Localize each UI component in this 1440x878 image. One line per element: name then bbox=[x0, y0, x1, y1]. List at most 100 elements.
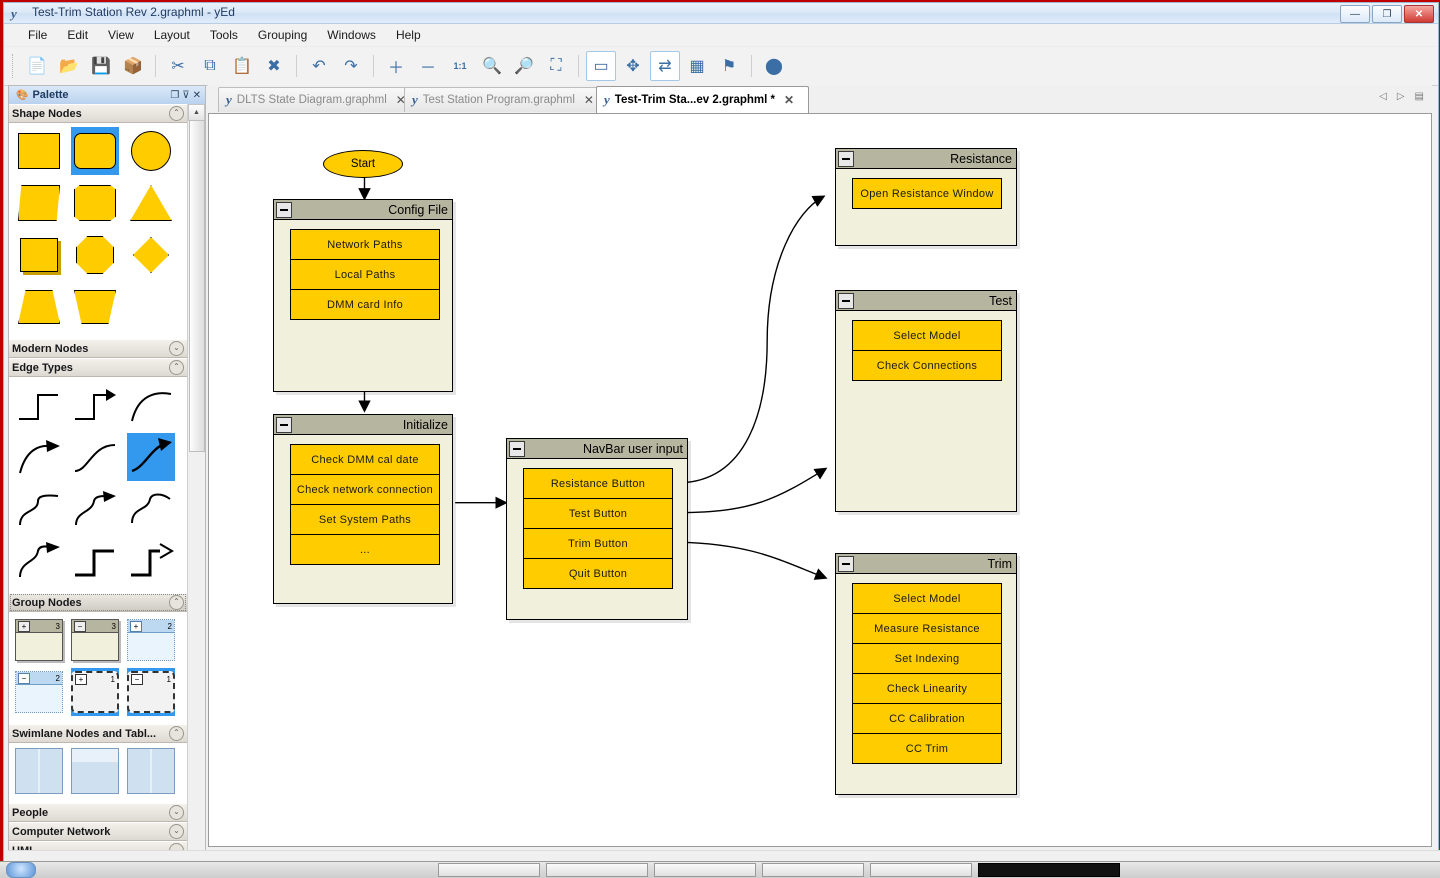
restore-button[interactable]: ❐ bbox=[1372, 5, 1402, 23]
fit-content-icon[interactable]: 🔎 bbox=[509, 51, 539, 81]
edge-polyline-arrow[interactable] bbox=[71, 381, 119, 429]
graph-button[interactable]: Trim Button bbox=[524, 529, 672, 559]
collapse-icon[interactable] bbox=[838, 293, 854, 309]
taskbar-item[interactable] bbox=[870, 863, 972, 877]
edge-bezier[interactable] bbox=[71, 433, 119, 481]
swimlane-vertical[interactable] bbox=[15, 747, 63, 795]
edge-curve-arrow[interactable] bbox=[15, 537, 63, 585]
palette-section-people[interactable]: People ⌄ bbox=[9, 803, 187, 822]
menu-item-grouping[interactable]: Grouping bbox=[248, 26, 317, 44]
group-node-dashed-expanded-1[interactable]: − 1 bbox=[127, 668, 175, 716]
open-folder-icon[interactable]: 📂 bbox=[54, 51, 84, 81]
graph-canvas[interactable]: Start Config File Network Paths Local Pa… bbox=[208, 113, 1432, 847]
document-tab-test-station[interactable]: y Test Station Program.graphml ✕ bbox=[404, 87, 605, 112]
shape-triangle[interactable] bbox=[127, 179, 175, 227]
zoom-actual-size-icon[interactable]: 1:1 bbox=[445, 51, 475, 81]
collapse-icon[interactable] bbox=[509, 441, 525, 457]
delete-icon[interactable]: ✖ bbox=[259, 51, 289, 81]
menu-item-tools[interactable]: Tools bbox=[200, 26, 248, 44]
collapse-icon[interactable]: − bbox=[74, 620, 86, 632]
graph-button[interactable]: Local Paths bbox=[291, 260, 439, 290]
shape-rectangle[interactable] bbox=[15, 127, 63, 175]
close-icon[interactable]: ✕ bbox=[193, 90, 201, 101]
group-node-collapsed-3[interactable]: + 3 bbox=[15, 616, 63, 664]
chevron-down-icon[interactable]: ⌄ bbox=[169, 824, 184, 839]
graph-button[interactable]: Quit Button bbox=[524, 559, 672, 588]
shape-trapezoid[interactable] bbox=[15, 283, 63, 331]
group-header[interactable]: Trim bbox=[836, 554, 1016, 574]
chevron-up-icon[interactable]: ⌃ bbox=[169, 106, 184, 121]
chevron-down-icon[interactable]: ⌄ bbox=[169, 805, 184, 820]
expand-icon[interactable]: + bbox=[18, 620, 30, 632]
zoom-out-icon[interactable]: － bbox=[413, 51, 443, 81]
group-node-blue-expanded-2[interactable]: − 2 bbox=[15, 668, 63, 716]
save-icon[interactable]: 💾 bbox=[86, 51, 116, 81]
document-tab-test-trim[interactable]: y Test-Trim Sta...ev 2.graphml * ✕ bbox=[596, 86, 809, 113]
tab-next-icon[interactable]: ▷ bbox=[1397, 91, 1405, 102]
cut-icon[interactable]: ✂ bbox=[163, 51, 193, 81]
group-header[interactable]: NavBar user input bbox=[507, 439, 687, 459]
scroll-up-icon[interactable]: ▲ bbox=[188, 104, 205, 121]
graph-button[interactable]: Set Indexing bbox=[853, 644, 1001, 674]
menu-item-layout[interactable]: Layout bbox=[144, 26, 200, 44]
graph-button[interactable]: Measure Resistance bbox=[853, 614, 1001, 644]
expand-icon[interactable]: + bbox=[130, 620, 142, 632]
create-edge-icon[interactable]: ⇄ bbox=[650, 51, 680, 81]
group-node-dashed-collapsed-1[interactable]: + 1 bbox=[71, 668, 119, 716]
copy-icon[interactable]: ⧉ bbox=[195, 51, 225, 81]
edge-s-curve-arrow[interactable] bbox=[71, 485, 119, 533]
edge-polyline[interactable] bbox=[15, 381, 63, 429]
graph-button[interactable]: Select Model bbox=[853, 321, 1001, 351]
group-node-blue-collapsed-2[interactable]: + 2 bbox=[127, 616, 175, 664]
collapse-icon[interactable]: − bbox=[18, 672, 30, 684]
edit-mode-icon[interactable]: ▭ bbox=[586, 51, 616, 81]
group-header[interactable]: Resistance bbox=[836, 149, 1016, 169]
tab-list-icon[interactable]: ▤ bbox=[1415, 91, 1424, 102]
group-header[interactable]: Test bbox=[836, 291, 1016, 311]
graph-group-config-file[interactable]: Config File Network Paths Local Paths DM… bbox=[273, 199, 453, 392]
graph-group-trim[interactable]: Trim Select Model Measure Resistance Set… bbox=[835, 553, 1017, 795]
taskbar-item[interactable] bbox=[762, 863, 864, 877]
group-node-expanded-3[interactable]: − 3 bbox=[71, 616, 119, 664]
graph-button[interactable]: DMM card Info bbox=[291, 290, 439, 319]
menu-item-help[interactable]: Help bbox=[386, 26, 431, 44]
new-document-icon[interactable]: 📄 bbox=[22, 51, 52, 81]
shape-ellipse[interactable] bbox=[127, 127, 175, 175]
palette-scrollbar[interactable]: ▲ ▼ bbox=[187, 104, 205, 868]
swimlane-horizontal[interactable] bbox=[71, 747, 119, 795]
graph-button[interactable]: Test Button bbox=[524, 499, 672, 529]
menu-item-view[interactable]: View bbox=[98, 26, 144, 44]
graph-button[interactable]: Check Connections bbox=[853, 351, 1001, 380]
shape-hexagon[interactable] bbox=[71, 179, 119, 227]
menu-item-windows[interactable]: Windows bbox=[317, 26, 386, 44]
close-button[interactable]: ✕ bbox=[1404, 5, 1434, 23]
redo-icon[interactable]: ↷ bbox=[336, 51, 366, 81]
grid-icon[interactable]: ▦ bbox=[682, 51, 712, 81]
collapse-icon[interactable]: − bbox=[131, 673, 143, 685]
shape-octagon[interactable] bbox=[71, 231, 119, 279]
document-tab-dlts[interactable]: y DLTS State Diagram.graphml ✕ bbox=[218, 87, 413, 112]
collapse-icon[interactable] bbox=[838, 151, 854, 167]
edge-s-curve[interactable] bbox=[15, 485, 63, 533]
undock-icon[interactable]: ❐ bbox=[170, 90, 179, 101]
palette-section-swimlane-nodes[interactable]: Swimlane Nodes and Tabl... ⌃ bbox=[9, 724, 187, 743]
edge-arc[interactable] bbox=[127, 381, 175, 429]
zoom-in-icon[interactable]: ＋ bbox=[381, 51, 411, 81]
print-preview-icon[interactable]: ⬤ bbox=[759, 51, 789, 81]
taskbar-item[interactable] bbox=[546, 863, 648, 877]
collapse-icon[interactable] bbox=[838, 556, 854, 572]
collapse-icon[interactable] bbox=[276, 417, 292, 433]
taskbar-item-active[interactable] bbox=[978, 863, 1120, 877]
group-header[interactable]: Config File bbox=[274, 200, 452, 220]
shape-parallelogram[interactable] bbox=[15, 179, 63, 227]
group-header[interactable]: Initialize bbox=[274, 415, 452, 435]
export-icon[interactable]: 📦 bbox=[118, 51, 148, 81]
graph-group-navbar[interactable]: NavBar user input Resistance Button Test… bbox=[506, 438, 688, 620]
edge-s-curve-reverse[interactable] bbox=[127, 485, 175, 533]
edge-orthogonal-open-arrow[interactable] bbox=[127, 537, 175, 585]
shape-trapezoid-inverted[interactable] bbox=[71, 283, 119, 331]
edge-orthogonal[interactable] bbox=[71, 537, 119, 585]
graph-button[interactable]: Check DMM cal date bbox=[291, 445, 439, 475]
graph-button[interactable]: Set System Paths bbox=[291, 505, 439, 535]
zoom-area-icon[interactable]: 🔍 bbox=[477, 51, 507, 81]
